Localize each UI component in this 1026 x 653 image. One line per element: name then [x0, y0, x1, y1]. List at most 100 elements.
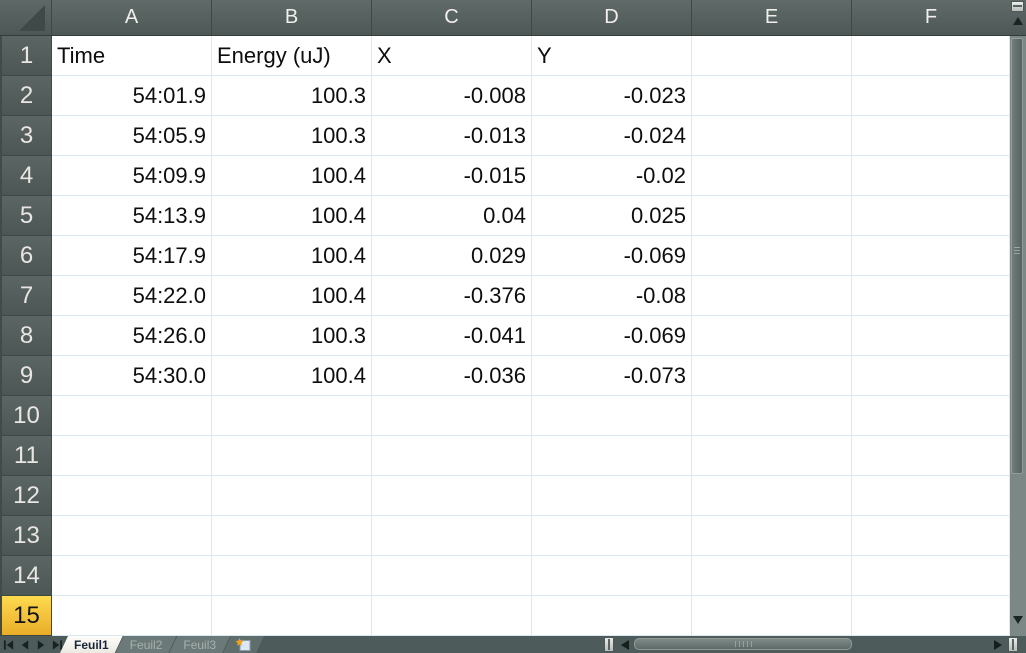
- sheet-tab-feuil3[interactable]: Feuil3: [169, 636, 230, 653]
- cell-B2[interactable]: 100.3: [212, 76, 372, 116]
- cell-D3[interactable]: -0.024: [532, 116, 692, 156]
- cell-B5[interactable]: 100.4: [212, 196, 372, 236]
- cell-B1[interactable]: Energy (uJ): [212, 36, 372, 76]
- cell-D9[interactable]: -0.073: [532, 356, 692, 396]
- previous-sheet-button[interactable]: [19, 639, 31, 650]
- cell-F4[interactable]: [852, 156, 1010, 196]
- cell-C4[interactable]: -0.015: [372, 156, 532, 196]
- cell-A2[interactable]: 54:01.9: [52, 76, 212, 116]
- cell-C8[interactable]: -0.041: [372, 316, 532, 356]
- cell-E13[interactable]: [692, 516, 852, 556]
- cell-D8[interactable]: -0.069: [532, 316, 692, 356]
- cell-A10[interactable]: [52, 396, 212, 436]
- cell-B15[interactable]: [212, 596, 372, 636]
- cell-E3[interactable]: [692, 116, 852, 156]
- cell-B3[interactable]: 100.3: [212, 116, 372, 156]
- scroll-right-button[interactable]: [994, 640, 1002, 650]
- cell-F3[interactable]: [852, 116, 1010, 156]
- cell-F15[interactable]: [852, 596, 1010, 636]
- cell-B10[interactable]: [212, 396, 372, 436]
- cell-A11[interactable]: [52, 436, 212, 476]
- cell-D12[interactable]: [532, 476, 692, 516]
- cell-C11[interactable]: [372, 436, 532, 476]
- cell-D13[interactable]: [532, 516, 692, 556]
- row-header-14[interactable]: 14: [0, 556, 52, 596]
- cell-A1[interactable]: Time: [52, 36, 212, 76]
- next-sheet-button[interactable]: [35, 639, 47, 650]
- cell-F5[interactable]: [852, 196, 1010, 236]
- scroll-left-button[interactable]: [621, 640, 629, 650]
- cell-C3[interactable]: -0.013: [372, 116, 532, 156]
- cell-B14[interactable]: [212, 556, 372, 596]
- cell-C10[interactable]: [372, 396, 532, 436]
- sheet-tab-feuil2[interactable]: Feuil2: [116, 636, 177, 653]
- cell-B7[interactable]: 100.4: [212, 276, 372, 316]
- row-header-3[interactable]: 3: [0, 116, 52, 156]
- select-all-corner[interactable]: [0, 0, 52, 35]
- row-header-5[interactable]: 5: [0, 196, 52, 236]
- row-header-8[interactable]: 8: [0, 316, 52, 356]
- column-header-e[interactable]: E: [692, 0, 852, 35]
- cell-F12[interactable]: [852, 476, 1010, 516]
- cell-E9[interactable]: [692, 356, 852, 396]
- column-header-d[interactable]: D: [532, 0, 692, 35]
- cell-E5[interactable]: [692, 196, 852, 236]
- cell-C13[interactable]: [372, 516, 532, 556]
- cell-C2[interactable]: -0.008: [372, 76, 532, 116]
- cell-B12[interactable]: [212, 476, 372, 516]
- cell-F9[interactable]: [852, 356, 1010, 396]
- cell-C15[interactable]: [372, 596, 532, 636]
- cell-E1[interactable]: [692, 36, 852, 76]
- cell-E11[interactable]: [692, 436, 852, 476]
- scroll-down-button[interactable]: [1013, 616, 1023, 624]
- column-header-a[interactable]: A: [52, 0, 212, 35]
- cell-A3[interactable]: 54:05.9: [52, 116, 212, 156]
- row-header-15[interactable]: 15: [0, 596, 52, 636]
- row-header-4[interactable]: 4: [0, 156, 52, 196]
- cell-A15[interactable]: [52, 596, 212, 636]
- insert-worksheet-tab[interactable]: [223, 636, 264, 653]
- cell-A13[interactable]: [52, 516, 212, 556]
- cell-F13[interactable]: [852, 516, 1010, 556]
- cell-D7[interactable]: -0.08: [532, 276, 692, 316]
- scroll-up-button[interactable]: [1013, 17, 1023, 25]
- cell-A9[interactable]: 54:30.0: [52, 356, 212, 396]
- cell-B13[interactable]: [212, 516, 372, 556]
- cell-F11[interactable]: [852, 436, 1010, 476]
- cell-D15[interactable]: [532, 596, 692, 636]
- column-header-b[interactable]: B: [212, 0, 372, 35]
- cell-C14[interactable]: [372, 556, 532, 596]
- cell-B4[interactable]: 100.4: [212, 156, 372, 196]
- cell-D2[interactable]: -0.023: [532, 76, 692, 116]
- cell-A8[interactable]: 54:26.0: [52, 316, 212, 356]
- cell-D6[interactable]: -0.069: [532, 236, 692, 276]
- cell-D14[interactable]: [532, 556, 692, 596]
- cell-E12[interactable]: [692, 476, 852, 516]
- row-header-1[interactable]: 1: [0, 36, 52, 76]
- cell-C1[interactable]: X: [372, 36, 532, 76]
- column-header-f[interactable]: F: [852, 0, 1010, 35]
- cell-A5[interactable]: 54:13.9: [52, 196, 212, 236]
- cell-B11[interactable]: [212, 436, 372, 476]
- row-header-13[interactable]: 13: [0, 516, 52, 556]
- cell-D5[interactable]: 0.025: [532, 196, 692, 236]
- row-header-6[interactable]: 6: [0, 236, 52, 276]
- row-header-2[interactable]: 2: [0, 76, 52, 116]
- row-header-10[interactable]: 10: [0, 396, 52, 436]
- cell-E6[interactable]: [692, 236, 852, 276]
- cell-F10[interactable]: [852, 396, 1010, 436]
- tab-split-handle[interactable]: [604, 637, 614, 652]
- cell-A4[interactable]: 54:09.9: [52, 156, 212, 196]
- cell-C5[interactable]: 0.04: [372, 196, 532, 236]
- cell-B8[interactable]: 100.3: [212, 316, 372, 356]
- cell-D10[interactable]: [532, 396, 692, 436]
- cell-D4[interactable]: -0.02: [532, 156, 692, 196]
- cell-F2[interactable]: [852, 76, 1010, 116]
- cell-E2[interactable]: [692, 76, 852, 116]
- vertical-split-handle[interactable]: [1011, 1, 1024, 12]
- horizontal-split-handle[interactable]: [1008, 637, 1018, 652]
- cell-F8[interactable]: [852, 316, 1010, 356]
- row-header-11[interactable]: 11: [0, 436, 52, 476]
- cell-F6[interactable]: [852, 236, 1010, 276]
- first-sheet-button[interactable]: [3, 639, 15, 650]
